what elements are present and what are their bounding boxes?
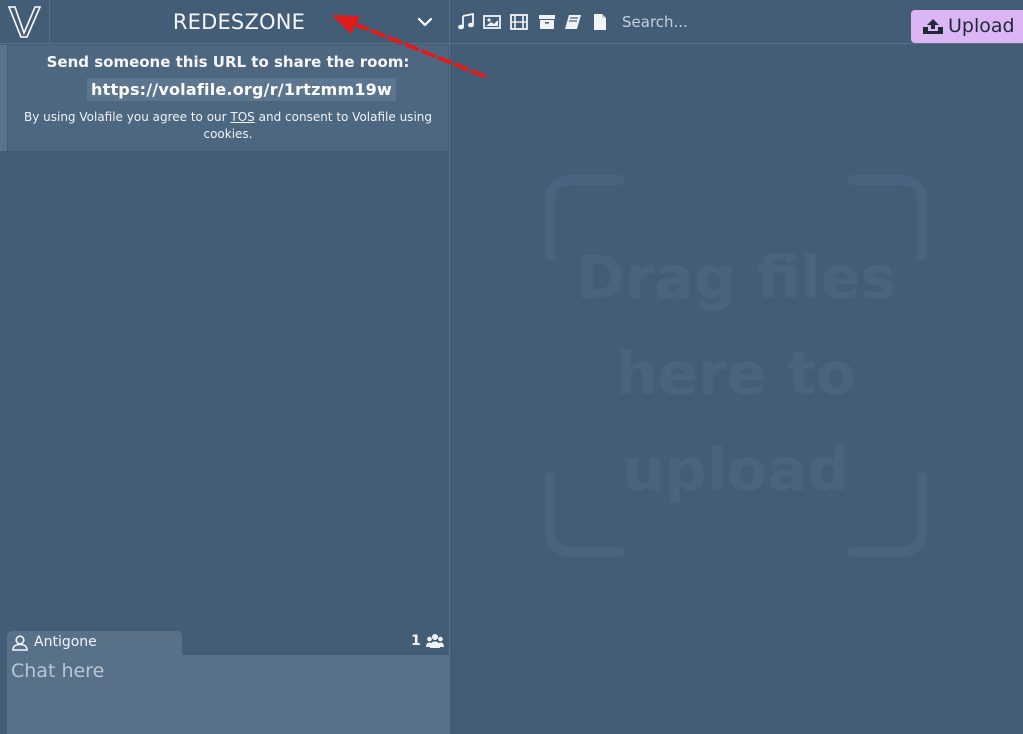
panel-divider[interactable] [449, 0, 450, 734]
upload-label: Upload [948, 15, 1015, 37]
online-user-count: 1 [411, 633, 421, 649]
users-icon[interactable] [426, 633, 444, 649]
chat-input[interactable] [7, 655, 449, 734]
film-icon[interactable] [510, 13, 528, 31]
volafile-logo[interactable] [0, 0, 50, 44]
search-input[interactable] [622, 10, 872, 34]
chat-scrollbar[interactable] [0, 45, 7, 151]
username: Antigone [34, 634, 97, 650]
user-icon [12, 635, 28, 651]
archive-icon[interactable] [538, 13, 556, 31]
upload-button[interactable]: Upload [911, 10, 1023, 43]
tos-notice: By using Volafile you agree to our TOS a… [18, 109, 438, 143]
dropzone-text: Drag files here to upload [540, 230, 932, 518]
dropzone-line-1: Drag files [576, 243, 896, 312]
tos-link[interactable]: TOS [230, 110, 254, 124]
top-bar: REDESZONE Upload [0, 0, 1023, 44]
annotation-arrow [332, 15, 486, 78]
chat-user-tab[interactable]: Antigone [7, 631, 182, 655]
logo-v-icon [7, 6, 42, 38]
tos-prefix: By using Volafile you agree to our [23, 110, 231, 124]
dropzone-line-3: upload [622, 435, 850, 504]
upload-tray-icon [923, 19, 943, 34]
dropzone-line-2: here to [615, 339, 857, 408]
book-icon[interactable] [564, 13, 582, 31]
file-icon[interactable] [591, 13, 609, 31]
